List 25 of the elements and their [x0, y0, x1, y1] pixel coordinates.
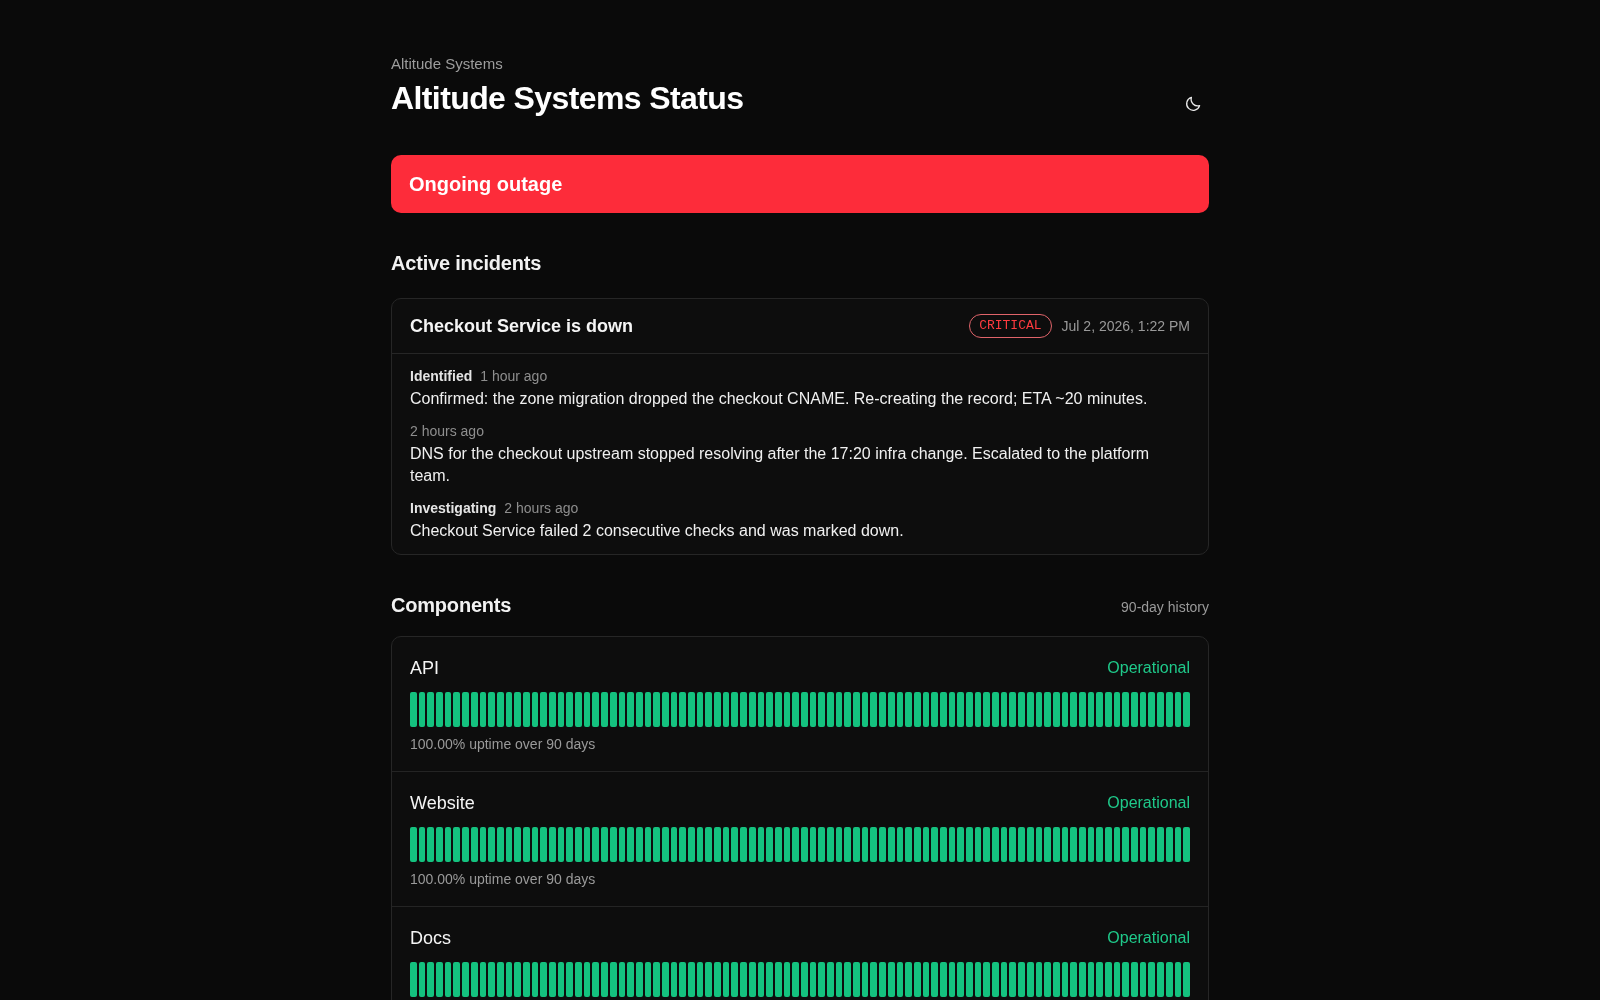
- update-status: Identified: [410, 367, 473, 386]
- incident-date: Jul 2, 2026, 1:22 PM: [1061, 318, 1190, 334]
- component-name: API: [410, 657, 439, 680]
- component-name: Docs: [410, 927, 451, 950]
- component-status: Operational: [1107, 793, 1190, 813]
- page-title: Altitude Systems Status: [391, 79, 744, 118]
- moon-icon: [1185, 96, 1201, 112]
- brand-name: Altitude Systems: [391, 54, 504, 74]
- update-time: 2 hours ago: [504, 499, 579, 518]
- uptime-text: 100.00% uptime over 90 days: [410, 870, 597, 888]
- update-text: Confirmed: the zone migration dropped the checkout CNAME. Re-creating the record; ETA ~20 minutes.: [410, 389, 1149, 409]
- update-status: Investigating: [410, 499, 497, 518]
- section-heading: Components: [391, 593, 512, 618]
- update-text: DNS for the checkout upstream stopped resolving after the 17:20 infra change. Escalated to the platform team.: [410, 444, 1151, 486]
- component-status: Operational: [1107, 658, 1190, 678]
- uptime-text: 100.00% uptime over 90 days: [410, 735, 597, 753]
- update-time: 1 hour ago: [480, 367, 548, 386]
- update-time: 2 hours ago: [410, 422, 484, 441]
- component-status: Operational: [1107, 928, 1190, 948]
- history-note: 90-day history: [1121, 599, 1209, 615]
- component-name: Website: [410, 792, 475, 815]
- status-banner: Ongoing outage: [391, 155, 1209, 213]
- incident-title: Checkout Service is down: [410, 315, 635, 337]
- section-heading: Active incidents: [391, 251, 542, 276]
- update-text: Checkout Service failed 2 consecutive checks and was marked down.: [410, 521, 905, 541]
